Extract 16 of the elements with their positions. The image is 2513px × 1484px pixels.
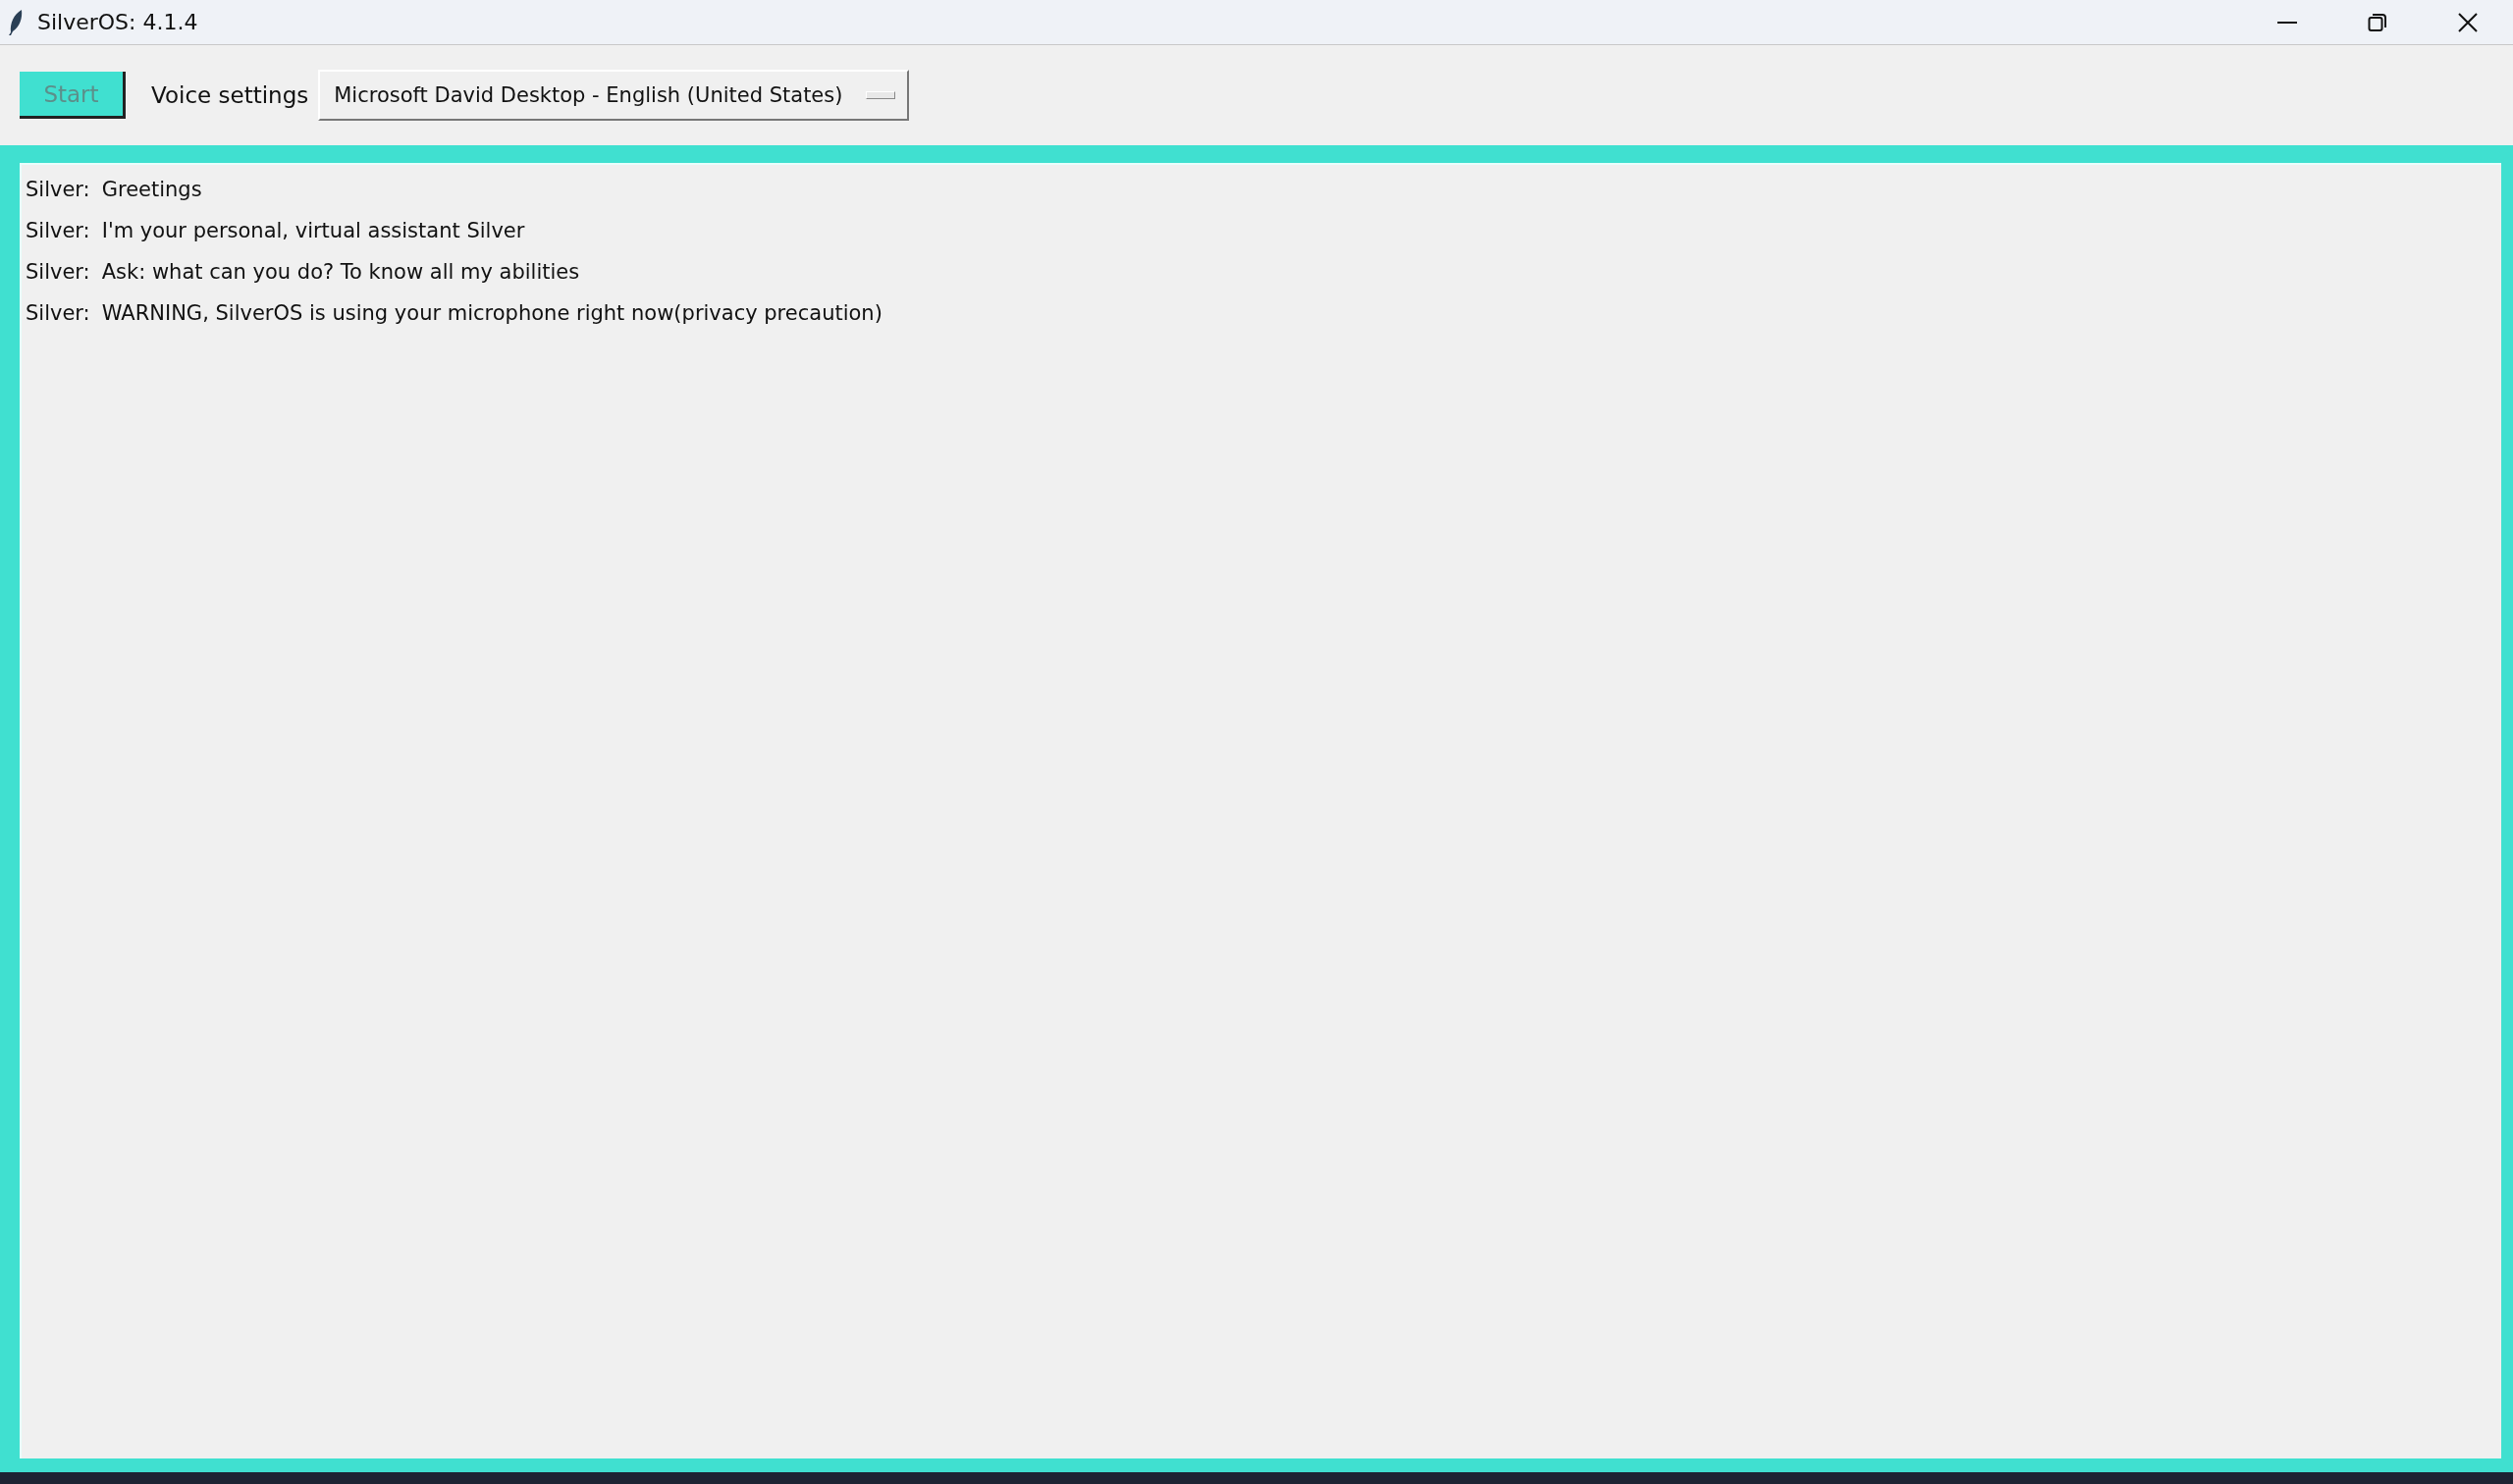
voice-settings-label: Voice settings (151, 82, 309, 108)
message-speaker: Silver: (26, 178, 90, 201)
message-text: Greetings (101, 178, 202, 201)
minimize-icon (2277, 21, 2297, 24)
message-text: WARNING, SilverOS is using your microphone right now(privacy precaution) (101, 301, 882, 325)
message-text: I'm your personal, virtual assistant Silver (101, 219, 525, 242)
message-speaker: Silver: (26, 219, 90, 242)
feather-icon (8, 8, 24, 36)
close-icon (2457, 11, 2479, 33)
message-text: Ask: what can you do? To know all my abilities (101, 260, 580, 284)
message-speaker: Silver: (26, 260, 90, 284)
dropdown-indicator-icon (866, 91, 896, 99)
voice-dropdown[interactable]: Microsoft David Desktop - English (United States) (318, 70, 910, 121)
message-speaker: Silver: (26, 301, 90, 325)
restore-icon (2368, 12, 2387, 32)
window-title: SilverOS: 4.1.4 (37, 10, 198, 34)
